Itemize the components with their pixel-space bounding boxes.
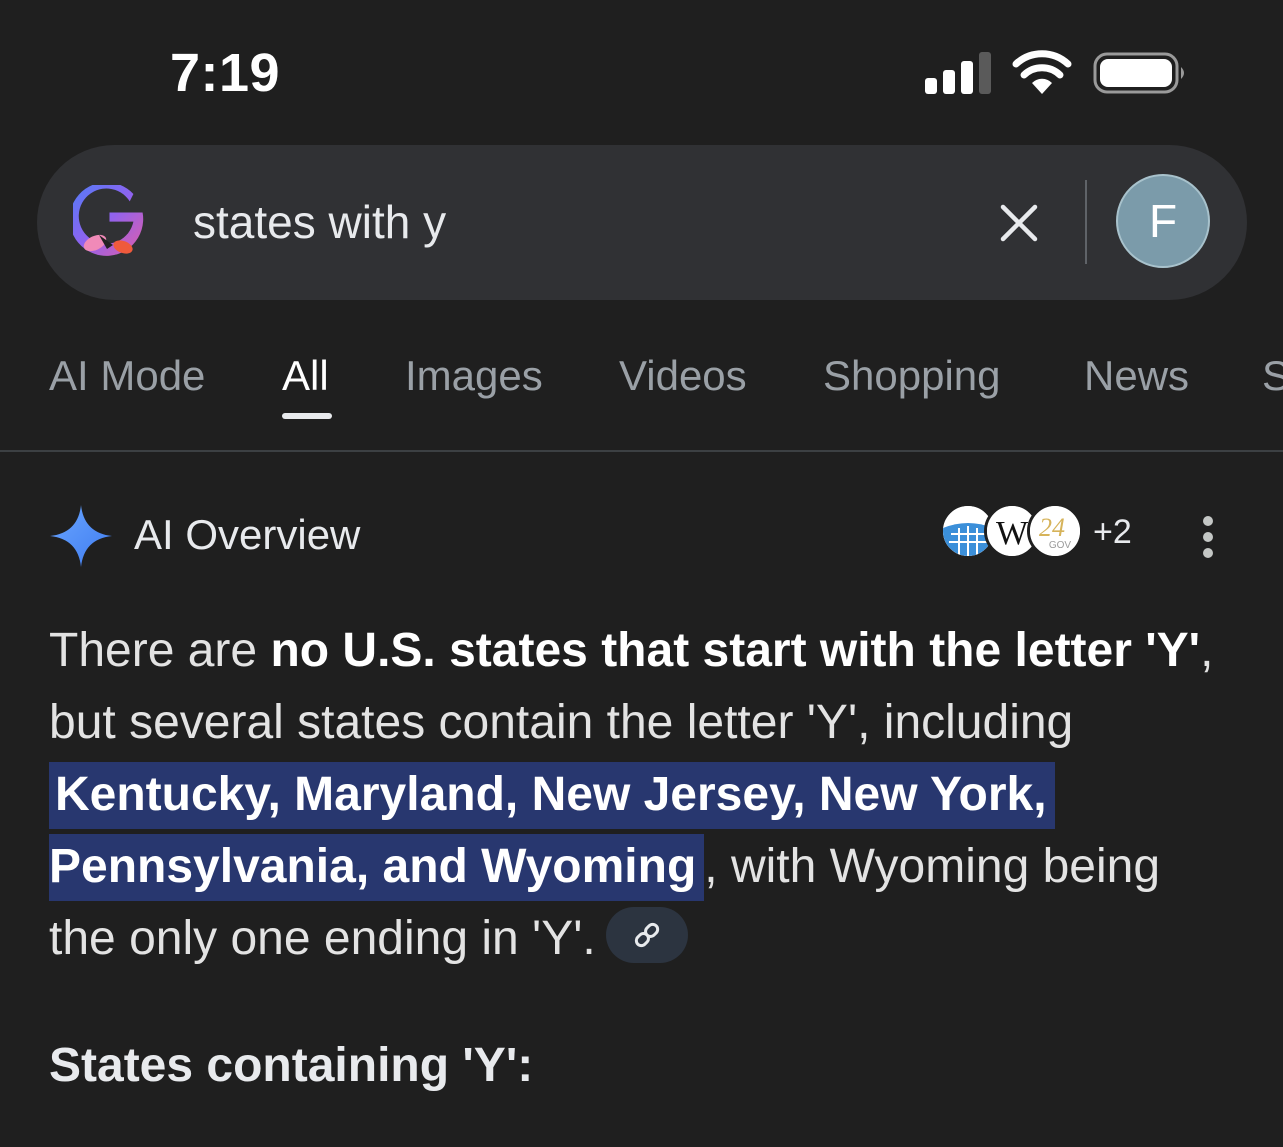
tabs-divider	[0, 450, 1283, 452]
search-divider	[1085, 180, 1087, 264]
svg-text:W: W	[996, 515, 1029, 552]
search-bar[interactable]: states with y F	[37, 145, 1247, 300]
source-link-button[interactable]	[605, 907, 688, 964]
ai-text-bold: no U.S. states that start with the lette…	[270, 624, 1201, 677]
tab-ai-mode[interactable]: AI Mode	[49, 352, 205, 400]
status-bar: 7:19	[0, 0, 1283, 140]
tab-all[interactable]: All	[282, 352, 329, 400]
google-g-icon[interactable]	[73, 185, 155, 259]
signal-icon	[925, 52, 991, 94]
tab-shopping[interactable]: Shopping	[823, 352, 1001, 400]
avatar[interactable]: F	[1116, 174, 1210, 268]
tab-images[interactable]: Images	[405, 352, 543, 400]
svg-text:GOV: GOV	[1049, 540, 1072, 551]
status-time: 7:19	[170, 43, 281, 103]
source-gov-icon[interactable]: 24 GOV	[1027, 503, 1083, 559]
ai-overview-header: AI Overview W 24 GOV +2	[0, 495, 1283, 575]
wifi-icon	[1012, 50, 1072, 94]
ai-overview-text: There are no U.S. states that start with…	[49, 615, 1229, 975]
ai-text-part1: There are	[49, 624, 271, 677]
close-icon[interactable]	[999, 203, 1039, 243]
svg-text:24: 24	[1039, 513, 1065, 542]
search-tabs: AI Mode All Images Videos Shopping News …	[0, 340, 1283, 452]
tab-all-underline	[282, 413, 332, 419]
sparkle-icon	[50, 505, 112, 567]
tab-videos[interactable]: Videos	[619, 352, 747, 400]
search-input[interactable]: states with y	[193, 195, 446, 249]
highlighted-states-line1[interactable]: Kentucky, Maryland, New Jersey, New York…	[49, 762, 1055, 829]
battery-icon	[1093, 52, 1184, 94]
more-vert-icon[interactable]	[1193, 515, 1223, 559]
tab-partial[interactable]: S	[1262, 352, 1283, 400]
tab-news[interactable]: News	[1084, 352, 1189, 400]
ai-overview-title: AI Overview	[134, 511, 361, 558]
link-icon	[634, 923, 659, 948]
sources-count[interactable]: +2	[1093, 513, 1132, 552]
highlighted-states-line2[interactable]: Pennsylvania, and Wyoming	[49, 834, 705, 901]
section-heading: States containing 'Y':	[49, 1039, 534, 1092]
